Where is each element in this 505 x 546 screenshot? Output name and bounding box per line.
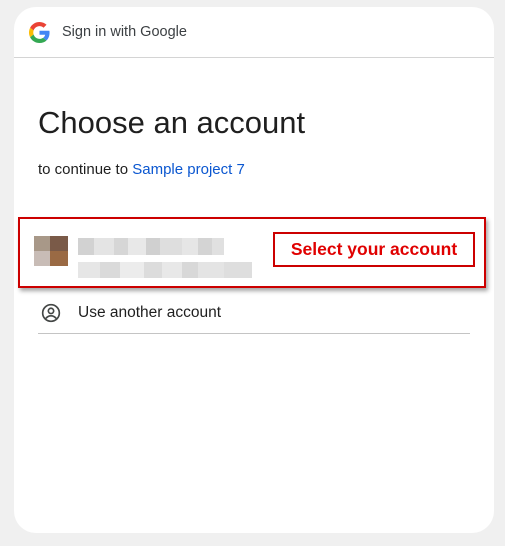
subtitle-prefix: to continue to (38, 161, 129, 178)
page-title: Choose an account (38, 105, 306, 140)
person-circle-icon (41, 303, 61, 322)
subtitle: to continue to Sample project 7 (38, 161, 245, 178)
account-email-redacted (78, 262, 252, 278)
select-account-callout: Select your account (273, 232, 475, 267)
use-another-account-button[interactable]: Use another account (38, 292, 470, 334)
header-title: Sign in with Google (62, 24, 187, 40)
google-logo-icon (29, 21, 50, 43)
account-list-item[interactable]: Select your account (14, 217, 494, 288)
use-another-account-label: Use another account (78, 303, 222, 321)
project-name-link[interactable]: Sample project 7 (132, 161, 245, 178)
sign-in-card: Sign in with Google Choose an account to… (14, 7, 494, 533)
account-name-redacted (78, 238, 224, 255)
sign-in-header: Sign in with Google (14, 7, 494, 58)
avatar (34, 236, 68, 266)
